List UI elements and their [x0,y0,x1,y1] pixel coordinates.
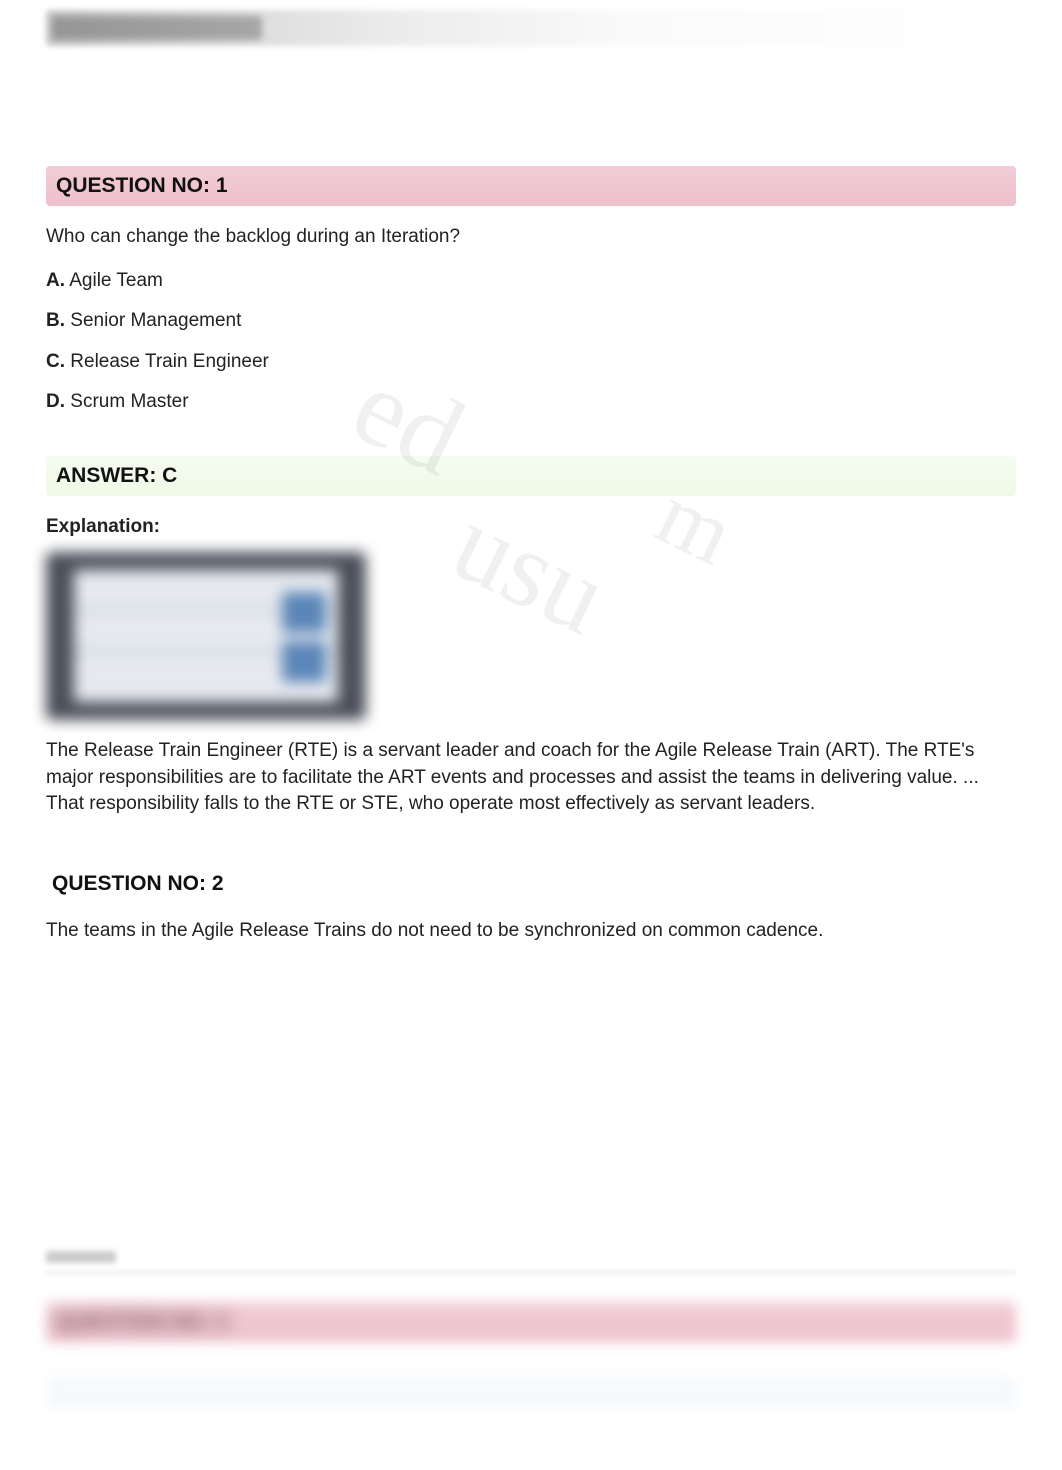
explanation-label: Explanation: [46,516,1016,538]
question-3-header-blurred: QUESTION NO: 3 [46,1302,1016,1342]
question-3-block: QUESTION NO: 3 [46,1302,1016,1342]
question-1-header: QUESTION NO: 1 [46,166,1016,206]
question-1-prompt: Who can change the backlog during an Ite… [46,224,1016,250]
question-2-header: QUESTION NO: 2 [46,868,1016,900]
option-a-text: Agile Team [69,270,163,291]
option-d-letter: D. [46,391,65,412]
question-2-prompt: The teams in the Agile Release Trains do… [46,918,1016,944]
footer-blurred-region [46,1376,1016,1410]
option-d: D. Scrum Master [46,389,1016,416]
option-a: A. Agile Team [46,268,1016,295]
header-blurred-title [52,16,262,40]
option-d-text: Scrum Master [70,391,188,412]
header-blurred-region [46,10,1016,46]
question-2-block: QUESTION NO: 2 The teams in the Agile Re… [46,868,1016,944]
spacer [46,46,1016,166]
option-b-text: Senior Management [70,310,241,331]
option-b-letter: B. [46,310,65,331]
explanation-image-blurred [46,552,366,720]
option-c: C. Release Train Engineer [46,349,1016,376]
option-a-letter: A. [46,270,65,291]
question-1-options: A. Agile Team B. Senior Management C. Re… [46,268,1016,416]
spacer [46,961,1016,1251]
answer-1-header: ANSWER: C [46,456,1016,496]
blurred-small-text [46,1251,116,1263]
option-c-letter: C. [46,351,65,372]
explanation-1-text: The Release Train Engineer (RTE) is a se… [46,738,1016,818]
option-c-text: Release Train Engineer [70,351,269,372]
blurred-divider [46,1271,1016,1274]
question-1-block: QUESTION NO: 1 Who can change the backlo… [46,166,1016,818]
option-b: B. Senior Management [46,308,1016,335]
exam-page: ed usu m QUESTION NO: 1 Who can change t… [0,10,1062,1470]
